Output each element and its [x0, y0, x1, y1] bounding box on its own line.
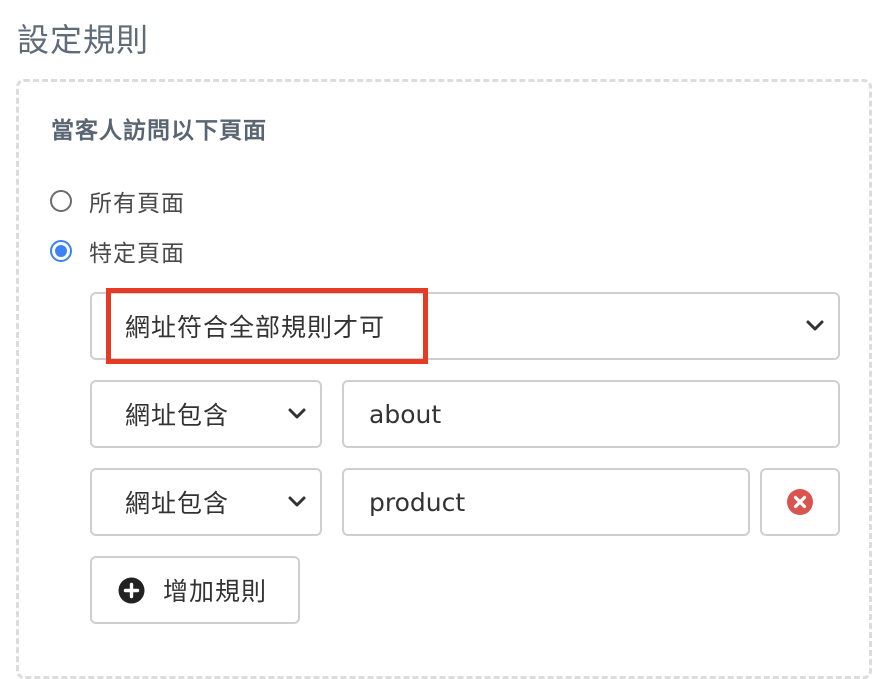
remove-condition-button[interactable]: [760, 468, 840, 536]
chevron-down-icon: [288, 408, 306, 419]
add-rule-label: 增加規則: [163, 577, 268, 606]
chevron-down-icon: [288, 496, 306, 507]
plus-circle-icon: [118, 577, 145, 603]
radio-label: 特定頁面: [89, 241, 185, 267]
radio-button[interactable]: [50, 190, 72, 212]
section-label: 當客人訪問以下頁面: [51, 118, 267, 144]
condition-operator-select[interactable]: 網址包含: [90, 468, 322, 536]
page-title: 設定規則: [17, 21, 150, 59]
condition-value-input[interactable]: about: [342, 380, 840, 448]
chevron-down-icon: [806, 320, 824, 331]
condition-operator-value: 網址包含: [125, 401, 230, 430]
condition-operator-select[interactable]: 網址包含: [90, 380, 322, 448]
radio-specific-pages[interactable]: 特定頁面: [50, 236, 185, 267]
condition-operator-value: 網址包含: [125, 489, 230, 518]
match-mode-select[interactable]: 網址符合全部規則才可: [90, 292, 840, 360]
condition-value-input[interactable]: product: [342, 468, 750, 536]
remove-circle-icon: [787, 489, 813, 515]
radio-all-pages[interactable]: 所有頁面: [50, 186, 185, 217]
match-mode-value: 網址符合全部規則才可: [125, 313, 386, 342]
radio-button-checked[interactable]: [50, 240, 72, 262]
radio-label: 所有頁面: [89, 191, 185, 217]
add-rule-button[interactable]: 增加規則: [90, 556, 300, 624]
